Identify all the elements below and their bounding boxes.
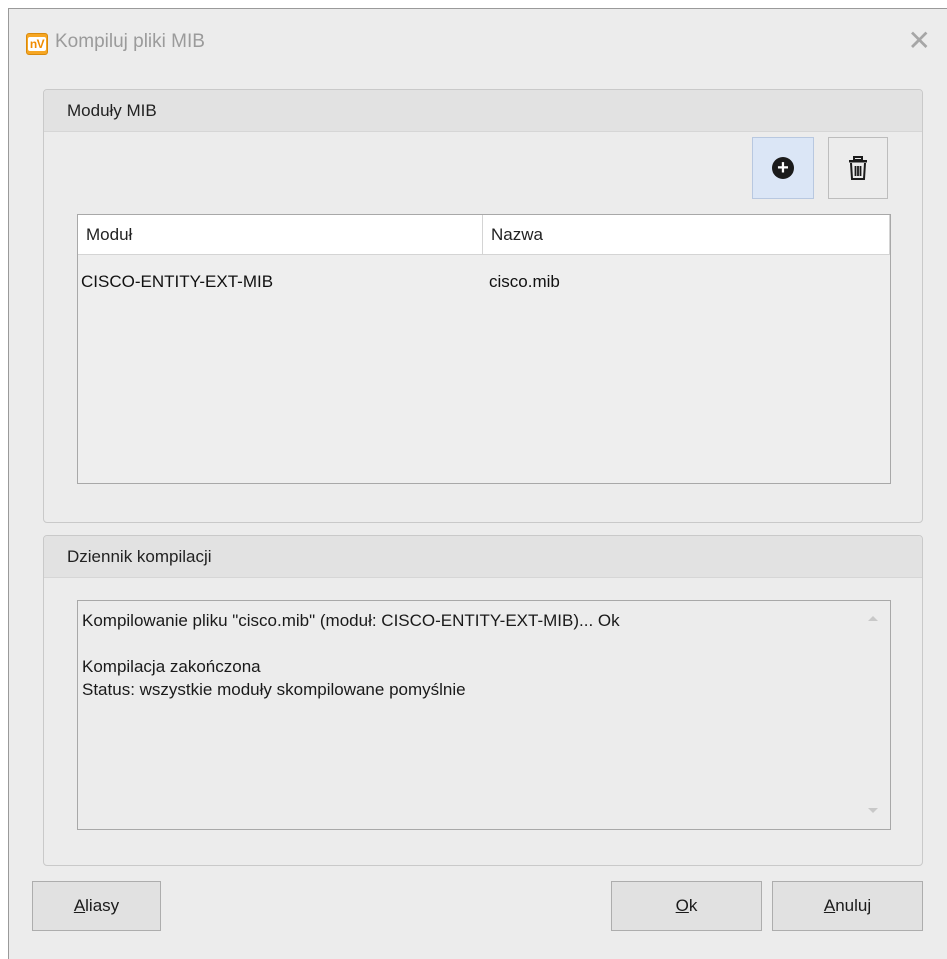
column-header-name[interactable]: Nazwa	[483, 215, 890, 254]
compile-log-textarea[interactable]: Kompilowanie pliku "cisco.mib" (moduł: C…	[77, 600, 891, 830]
compile-mib-dialog: nV Kompiluj pliki MIB ✕ Moduły MIB + Mod…	[8, 8, 947, 959]
delete-module-button[interactable]	[828, 137, 888, 199]
log-line: Kompilowanie pliku "cisco.mib" (moduł: C…	[82, 611, 620, 630]
ok-button[interactable]: Ok	[611, 881, 762, 931]
cell-module: CISCO-ENTITY-EXT-MIB	[81, 271, 274, 291]
app-logo-icon: nV	[26, 33, 48, 55]
modules-group: Moduły MIB + Moduł Nazwa CISCO-ENTITY-EX…	[43, 89, 923, 523]
table-header: Moduł Nazwa	[78, 215, 890, 255]
log-group-title: Dziennik kompilacji	[44, 536, 922, 578]
modules-table: Moduł Nazwa CISCO-ENTITY-EXT-MIB cisco.m…	[77, 214, 891, 484]
title-bar: nV Kompiluj pliki MIB ✕	[9, 9, 947, 75]
window-title: Kompiluj pliki MIB	[55, 31, 205, 52]
add-module-button[interactable]: +	[752, 137, 814, 199]
scroll-down-arrow-icon[interactable]	[868, 808, 878, 813]
log-line: Kompilacja zakończona	[82, 657, 261, 676]
cell-name: cisco.mib	[489, 271, 560, 291]
cancel-button[interactable]: Anuluj	[772, 881, 923, 931]
modules-group-title: Moduły MIB	[44, 90, 922, 132]
close-icon[interactable]: ✕	[908, 27, 931, 55]
plus-circle-icon: +	[772, 157, 794, 179]
column-header-module[interactable]: Moduł	[78, 215, 483, 254]
compile-log-group: Dziennik kompilacji Kompilowanie pliku "…	[43, 535, 923, 866]
table-row[interactable]: CISCO-ENTITY-EXT-MIB cisco.mib	[78, 255, 890, 308]
scroll-up-arrow-icon[interactable]	[868, 616, 878, 621]
log-line: Status: wszystkie moduły skompilowane po…	[82, 680, 466, 699]
trash-icon	[849, 156, 867, 180]
aliases-button[interactable]: Aliasy	[32, 881, 161, 931]
